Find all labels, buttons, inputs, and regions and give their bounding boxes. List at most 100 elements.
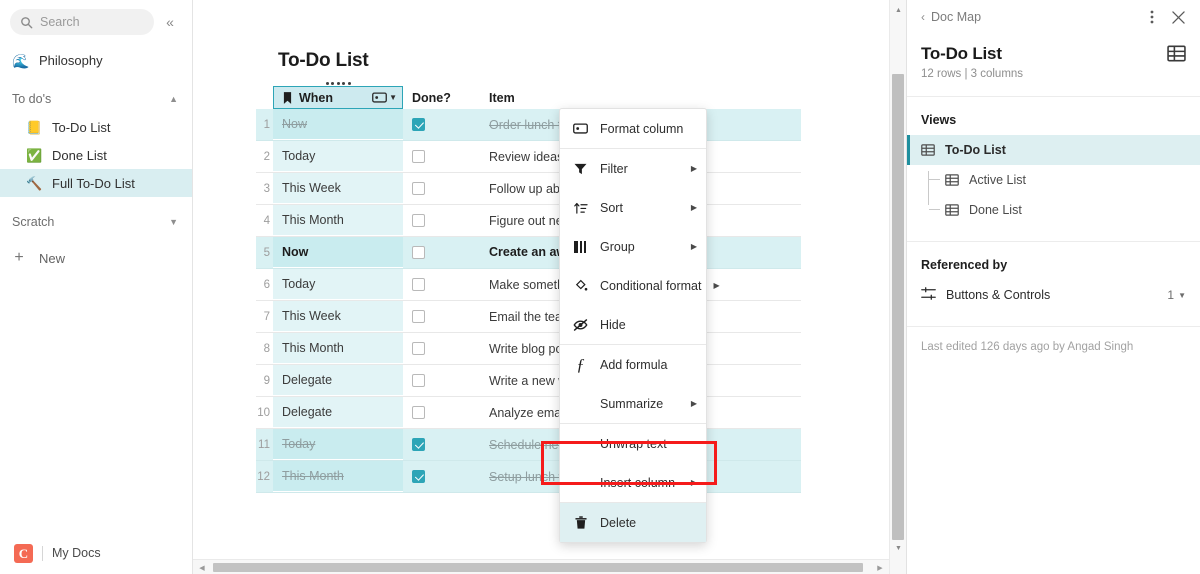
checkbox[interactable] xyxy=(412,374,425,387)
table-row[interactable]: 8 This Month Write blog post on 'to-do' … xyxy=(256,333,801,365)
cell-done[interactable] xyxy=(403,365,480,396)
column-drag-handle[interactable] xyxy=(273,80,403,87)
menu-item-unwrap-text[interactable]: Unwrap text xyxy=(560,424,706,463)
cell-when[interactable]: This Week xyxy=(273,173,403,204)
column-header-item[interactable]: Item xyxy=(480,86,801,109)
column-header-done[interactable]: Done? xyxy=(403,86,480,109)
checkbox[interactable] xyxy=(412,182,425,195)
cell-when[interactable]: Today xyxy=(273,429,403,460)
cell-done[interactable] xyxy=(403,429,480,460)
cell-done[interactable] xyxy=(403,397,480,428)
scroll-down-arrow-icon[interactable]: ▼ xyxy=(890,540,906,556)
cell-done[interactable] xyxy=(403,269,480,300)
checkbox[interactable] xyxy=(412,342,425,355)
scroll-right-arrow-icon[interactable]: ▶ xyxy=(873,560,887,574)
sidebar-item-done-list[interactable]: ✅ Done List xyxy=(0,141,192,169)
horizontal-scrollbar-thumb[interactable] xyxy=(213,563,863,572)
referenced-item-count[interactable]: 1 ▼ xyxy=(1167,288,1186,302)
vertical-scrollbar[interactable]: ▲ ▼ xyxy=(889,0,906,574)
cell-when[interactable]: Now xyxy=(273,237,403,268)
menu-item-delete[interactable]: Delete xyxy=(560,503,706,542)
table-row[interactable]: 2 Today Review ideas for new email xyxy=(256,141,801,173)
table-row[interactable]: 4 This Month Figure out new approach to … xyxy=(256,205,801,237)
table-row[interactable]: 10 Delegate Analyze email campaign data xyxy=(256,397,801,429)
checkbox[interactable] xyxy=(412,406,425,419)
sidebar-section-scratch[interactable]: Scratch ▼ xyxy=(0,208,192,236)
referenced-item-buttons-and-controls[interactable]: Buttons & Controls 1 ▼ xyxy=(907,280,1200,310)
checkbox[interactable] xyxy=(412,470,425,483)
table-row[interactable]: 11 Today Schedule next team offsite xyxy=(256,429,801,461)
scroll-up-arrow-icon[interactable]: ▲ xyxy=(890,2,906,18)
referenced-by-section-header: Referenced by xyxy=(921,258,1008,272)
column-header-label: Item xyxy=(489,90,515,105)
table-row[interactable]: 9 Delegate Write a new welcome email xyxy=(256,365,801,397)
kebab-menu-icon[interactable] xyxy=(1142,7,1162,27)
my-docs-link[interactable]: My Docs xyxy=(52,546,101,560)
sidebar-item-philosophy[interactable]: 🌊 Philosophy xyxy=(0,47,192,74)
cell-when[interactable]: This Month xyxy=(273,461,403,492)
cell-when[interactable]: This Month xyxy=(273,333,403,364)
column-options-button[interactable]: ▼ xyxy=(372,92,397,103)
scroll-left-arrow-icon[interactable]: ◀ xyxy=(195,560,209,574)
search-input[interactable]: Search xyxy=(10,9,154,35)
view-item-done-list[interactable]: Done List xyxy=(907,195,1200,225)
collapse-sidebar-button[interactable]: « xyxy=(158,10,182,34)
check-mark-icon: ✅ xyxy=(26,147,43,163)
cell-done[interactable] xyxy=(403,301,480,332)
cell-done[interactable] xyxy=(403,205,480,236)
cell-done[interactable] xyxy=(403,141,480,172)
referenced-item-label: Buttons & Controls xyxy=(946,288,1051,302)
column-header-when[interactable]: When ▼ xyxy=(273,86,403,109)
chevron-down-icon: ▼ xyxy=(169,217,178,227)
menu-item-sort[interactable]: Sort ▶ xyxy=(560,188,706,227)
cell-when[interactable]: Now xyxy=(273,109,403,140)
checkbox[interactable] xyxy=(412,118,425,131)
view-item-active-list[interactable]: Active List xyxy=(907,165,1200,195)
cell-when[interactable]: This Week xyxy=(273,301,403,332)
views-section-header: Views xyxy=(921,113,957,127)
cell-done[interactable] xyxy=(403,173,480,204)
sidebar-section-todos[interactable]: To do's ▲ xyxy=(0,85,192,113)
table-icon[interactable] xyxy=(1167,44,1186,63)
menu-item-hide[interactable]: Hide xyxy=(560,305,706,344)
doc-map-back-label[interactable]: Doc Map xyxy=(931,10,1136,24)
table-row[interactable]: 3 This Week Follow up about doc organiza… xyxy=(256,173,801,205)
table-row[interactable]: 12 This Month Setup lunch with Katie xyxy=(256,461,801,493)
menu-item-insert-column[interactable]: Insert column ▶ xyxy=(560,463,706,502)
checkbox[interactable] xyxy=(412,150,425,163)
table-row[interactable]: 5 Now Create an awesome new to do list 😀 xyxy=(256,237,801,269)
menu-item-summarize[interactable]: Summarize ▶ xyxy=(560,384,706,423)
checkbox[interactable] xyxy=(412,246,425,259)
table-row[interactable]: 1 Now Order lunch for the team xyxy=(256,109,801,141)
back-arrow-icon[interactable]: ‹ xyxy=(921,10,925,24)
cell-done[interactable] xyxy=(403,333,480,364)
menu-item-format-column[interactable]: Format column xyxy=(560,109,706,148)
vertical-scrollbar-thumb[interactable] xyxy=(892,74,904,540)
cell-done[interactable] xyxy=(403,461,480,492)
cell-when[interactable]: Today xyxy=(273,269,403,300)
checkbox[interactable] xyxy=(412,310,425,323)
sidebar-item-full-to-do-list[interactable]: 🔨 Full To-Do List xyxy=(0,169,192,197)
close-icon[interactable] xyxy=(1168,7,1188,27)
note-icon: 📒 xyxy=(26,119,43,135)
sidebar-item-to-do-list[interactable]: 📒 To-Do List xyxy=(0,113,192,141)
sidebar-new-button[interactable]: + New xyxy=(0,244,192,272)
table-row[interactable]: 7 This Week Email the team about upcomin… xyxy=(256,301,801,333)
checkbox[interactable] xyxy=(412,214,425,227)
cell-when[interactable]: Delegate xyxy=(273,365,403,396)
cell-when[interactable]: Today xyxy=(273,141,403,172)
menu-item-add-formula[interactable]: ƒ Add formula xyxy=(560,345,706,384)
menu-item-group[interactable]: Group ▶ xyxy=(560,227,706,266)
cell-when[interactable]: This Month xyxy=(273,205,403,236)
checkbox[interactable] xyxy=(412,438,425,451)
menu-item-conditional-format[interactable]: Conditional format ▶ xyxy=(560,266,720,305)
doc-map-subtitle: 12 rows | 3 columns xyxy=(921,68,1024,80)
cell-when[interactable]: Delegate xyxy=(273,397,403,428)
cell-done[interactable] xyxy=(403,109,480,140)
checkbox[interactable] xyxy=(412,278,425,291)
view-item-to-do-list[interactable]: To-Do List xyxy=(907,135,1200,165)
sidebar-footer: C My Docs xyxy=(0,532,193,574)
menu-item-filter[interactable]: Filter ▶ xyxy=(560,149,706,188)
cell-done[interactable] xyxy=(403,237,480,268)
horizontal-scrollbar[interactable]: ◀ ▶ xyxy=(193,559,889,574)
